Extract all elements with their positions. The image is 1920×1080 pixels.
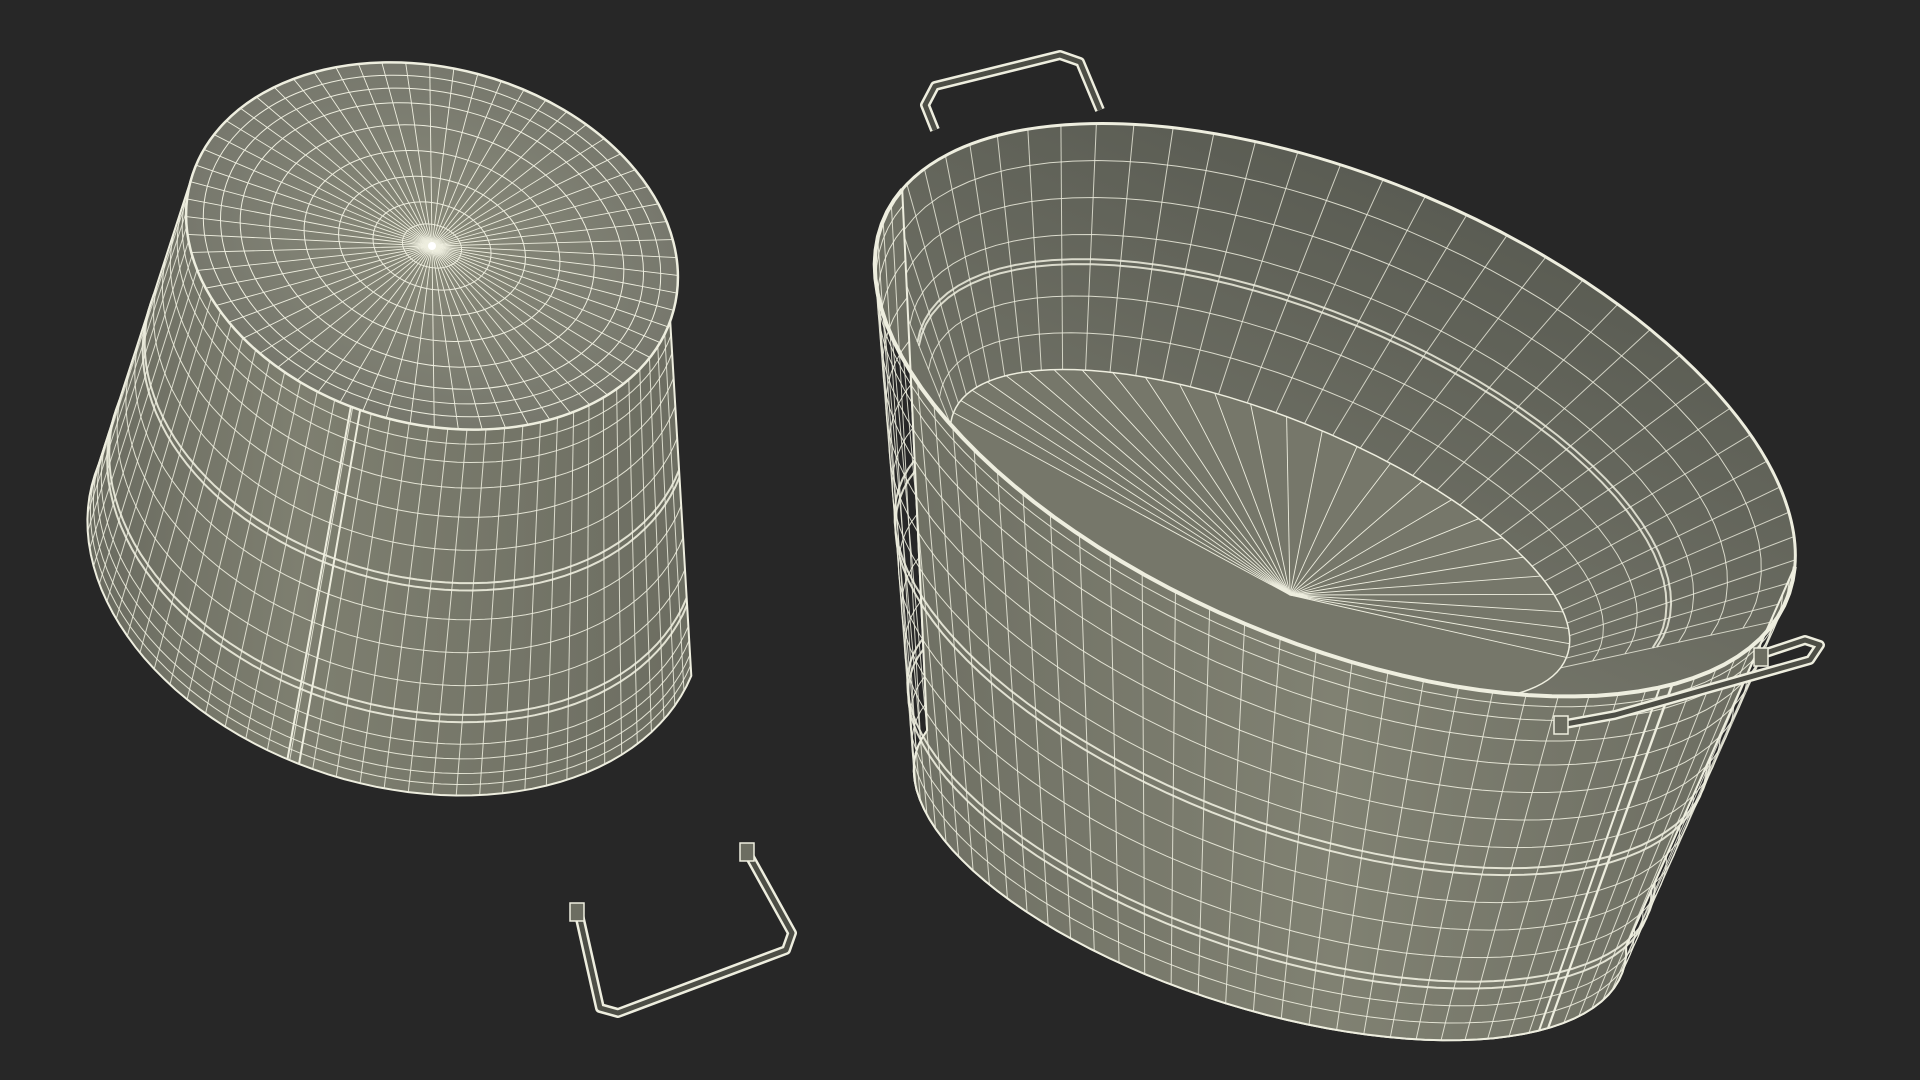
- handle-bracket: [739, 842, 755, 862]
- floor-radial-line: [1289, 593, 1554, 596]
- oval-tub-upright: [872, 50, 1825, 1042]
- handle-bracket: [1553, 715, 1569, 735]
- oval-tub-upside-down: [86, 61, 797, 1018]
- handle-bracket: [1753, 647, 1769, 667]
- handle-bar-core: [922, 52, 1103, 131]
- handle-bar-core: [575, 848, 795, 1016]
- bottom-center-point: [428, 242, 436, 250]
- handle-bracket: [569, 902, 585, 922]
- wireframe-scene: [86, 50, 1825, 1042]
- render-viewport: [0, 0, 1920, 1080]
